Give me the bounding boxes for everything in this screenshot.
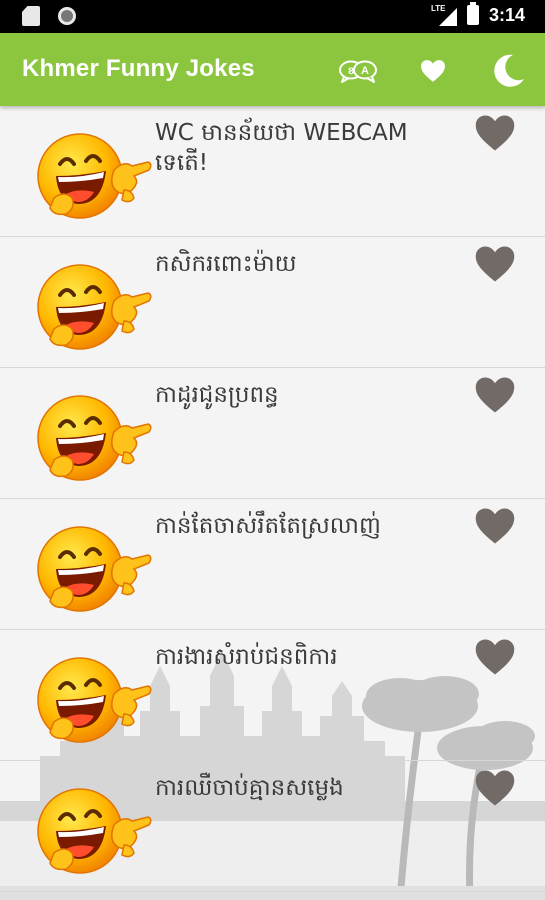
joke-item[interactable]: ការងារសំរាប់ជនពិការ (0, 630, 545, 761)
favorites-button[interactable] (411, 49, 455, 93)
svg-text:A: A (361, 65, 369, 77)
translate-icon: ខ A (339, 60, 377, 83)
notification-circle-icon (58, 7, 76, 25)
app-title: Khmer Funny Jokes (22, 55, 255, 82)
joke-list: WC មានន័យថា WEBCAM ទេតើ! កសិករពោះម៉ាយ កា… (0, 106, 545, 900)
laughing-emoji-icon (37, 395, 152, 481)
translate-button[interactable]: ខ A (336, 49, 380, 93)
status-time: 3:14 (488, 4, 525, 25)
laughing-emoji-icon (37, 657, 152, 743)
status-bar: LTE 3:14 (0, 0, 545, 33)
favorite-heart-icon[interactable] (474, 243, 516, 285)
laughing-emoji-icon (37, 526, 152, 612)
joke-item[interactable]: កសិករពោះម៉ាយ (0, 237, 545, 368)
favorite-heart-icon[interactable] (474, 112, 516, 154)
joke-title: កាដូរជូនប្រពន្ធ (155, 382, 279, 408)
battery-icon (466, 2, 479, 25)
laughing-emoji-icon (37, 788, 152, 874)
favorite-heart-icon[interactable] (474, 767, 516, 809)
joke-title: WC មានន័យថា WEBCAM ទេតើ! (155, 120, 408, 176)
laughing-emoji-icon (37, 133, 152, 219)
heart-icon (421, 60, 445, 82)
joke-title: កាន់តែចាស់រឹតតែស្រលាញ់ (155, 513, 381, 539)
moon-icon (494, 54, 524, 87)
app-bar: Khmer Funny Jokes ខ A (0, 33, 545, 106)
joke-item[interactable]: ការឈឺចាប់គ្មានសម្លេង (0, 761, 545, 892)
signal-icon: LTE (431, 4, 457, 26)
joke-title: ការឈឺចាប់គ្មានសម្លេង (155, 775, 344, 801)
favorite-heart-icon[interactable] (474, 374, 516, 416)
night-mode-button[interactable] (486, 49, 530, 93)
joke-item[interactable]: កាដូរជូនប្រពន្ធ (0, 368, 545, 499)
joke-title: កសិករពោះម៉ាយ (155, 251, 297, 277)
joke-title: ការងារសំរាប់ជនពិការ (155, 644, 338, 670)
favorite-heart-icon[interactable] (474, 636, 516, 678)
laughing-emoji-icon (37, 264, 152, 350)
sd-card-icon (22, 6, 40, 26)
favorite-heart-icon[interactable] (474, 505, 516, 547)
joke-item[interactable]: កាន់តែចាស់រឹតតែស្រលាញ់ (0, 499, 545, 630)
joke-item[interactable]: WC មានន័យថា WEBCAM ទេតើ! (0, 106, 545, 237)
